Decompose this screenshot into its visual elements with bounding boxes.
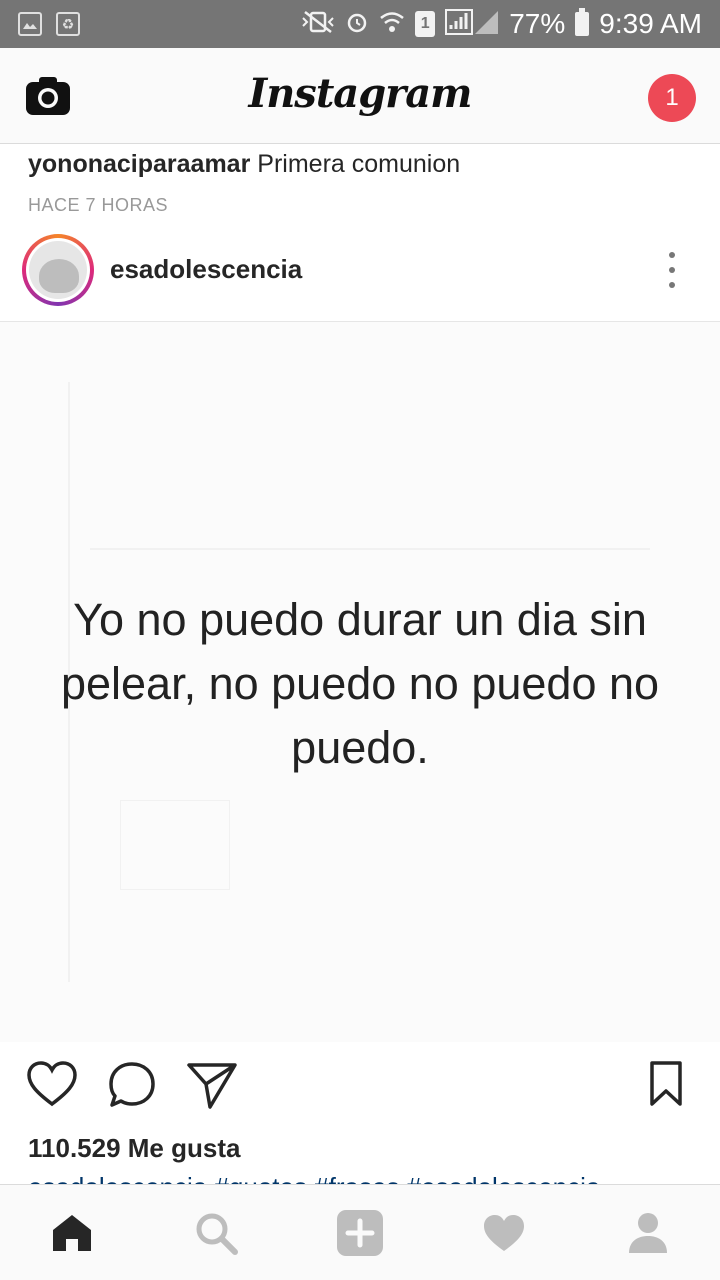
status-bar: ♻ 1 77% 9:39 AM: [0, 0, 720, 48]
avatar[interactable]: [22, 234, 94, 306]
battery-percent: 77%: [509, 8, 566, 39]
activity-heart-icon[interactable]: [478, 1207, 530, 1259]
signal-icon: [445, 8, 499, 40]
app-header: Instagram 1: [0, 48, 720, 144]
like-count[interactable]: 110.529 Me gusta: [28, 1133, 240, 1164]
post-username[interactable]: esadolescencia: [110, 254, 302, 285]
notification-badge[interactable]: 1: [648, 74, 696, 122]
more-options-icon[interactable]: [660, 252, 684, 288]
vibrate-icon: [301, 10, 335, 39]
post-caption: esadolescencia #quotes #frases #esadoles…: [28, 1172, 718, 1184]
app-logo: Instagram: [248, 70, 473, 117]
clock: 9:39 AM: [599, 8, 702, 39]
previous-post-caption: yononaciparaamar Primera comunion: [28, 150, 460, 179]
share-send-icon[interactable]: [186, 1060, 238, 1112]
previous-post-caption-text: Primera comunion: [257, 150, 461, 178]
profile-icon[interactable]: [622, 1207, 674, 1259]
search-icon[interactable]: [190, 1207, 242, 1259]
recycle-icon: ♻: [56, 12, 80, 36]
post-header: esadolescencia: [0, 232, 720, 322]
add-post-icon[interactable]: [334, 1207, 386, 1259]
alarm-icon: [345, 10, 369, 39]
home-icon[interactable]: [46, 1207, 98, 1259]
wifi-icon: [379, 10, 405, 39]
seal-avatar-image: [29, 241, 87, 299]
post-image[interactable]: Yo no puedo durar un dia sin pelear, no …: [0, 322, 720, 1042]
battery-icon: [575, 8, 590, 36]
like-heart-icon[interactable]: [26, 1060, 78, 1112]
gallery-icon: [18, 12, 42, 36]
sim-icon: 1: [415, 11, 436, 37]
comment-icon[interactable]: [107, 1060, 159, 1112]
bookmark-icon[interactable]: [646, 1060, 698, 1112]
bottom-navigation: [0, 1184, 720, 1280]
post-actions: [0, 1060, 720, 1120]
previous-post-username[interactable]: yononaciparaamar: [28, 150, 250, 178]
previous-post-timestamp: HACE 7 HORAS: [28, 195, 169, 215]
post-image-text: Yo no puedo durar un dia sin pelear, no …: [60, 594, 660, 773]
